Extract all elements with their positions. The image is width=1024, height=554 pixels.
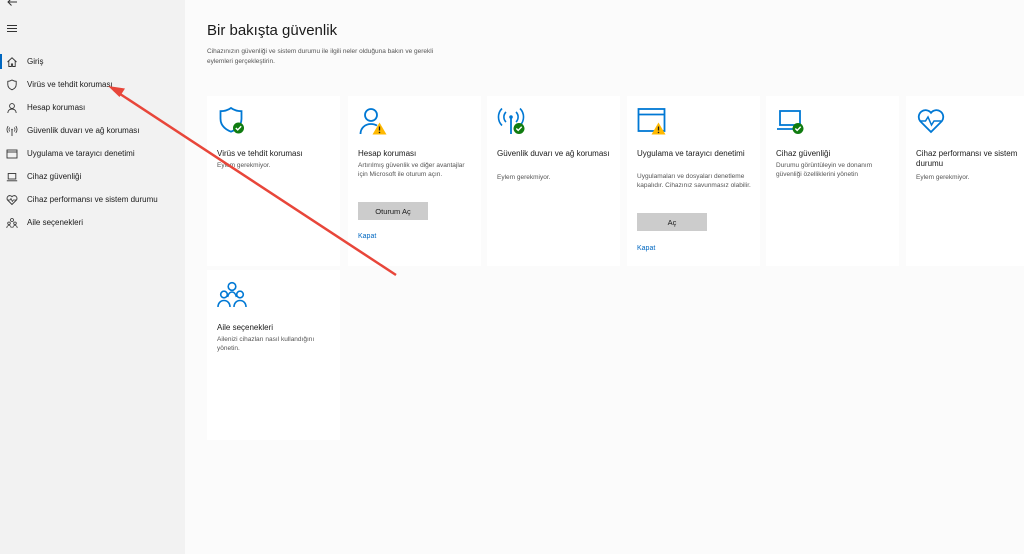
card-description: Ailenizi cihazları nasıl kullandığını yö… bbox=[217, 336, 315, 352]
sign-in-button[interactable]: Oturum Aç bbox=[358, 202, 428, 220]
card-account-protection[interactable]: Hesap koruması Artırılmış güvenlik ve di… bbox=[348, 96, 481, 266]
sidebar-item-device-performance[interactable]: Cihaz performansı ve sistem durumu bbox=[0, 188, 185, 211]
sidebar-item-label: Aile seçenekleri bbox=[27, 218, 84, 227]
sidebar-item-label: Hesap koruması bbox=[27, 103, 86, 112]
laptop-check-icon bbox=[776, 106, 806, 136]
card-firewall[interactable]: Güvenlik duvarı ve ağ koruması Eylem ger… bbox=[487, 96, 620, 266]
card-description: Eylem gerekmiyor. bbox=[217, 162, 271, 169]
browser-window-icon bbox=[5, 147, 19, 161]
laptop-icon bbox=[5, 170, 19, 184]
sidebar-nav: Giriş Virüs ve tehdit koruması Hesap kor… bbox=[0, 50, 185, 234]
card-app-browser-control[interactable]: Uygulama ve tarayıcı denetimi Uygulamala… bbox=[627, 96, 760, 266]
page-title: Bir bakışta güvenlik bbox=[207, 22, 338, 39]
sidebar-item-label: Güvenlik duvarı ve ağ koruması bbox=[27, 126, 140, 135]
card-device-security[interactable]: Cihaz güvenliği Durumu görüntüleyin ve d… bbox=[766, 96, 899, 266]
dismiss-link[interactable]: Kapat bbox=[637, 245, 655, 252]
browser-warning-icon bbox=[637, 106, 667, 136]
sidebar-item-family-options[interactable]: Aile seçenekleri bbox=[0, 211, 185, 234]
sidebar-item-firewall[interactable]: Güvenlik duvarı ve ağ koruması bbox=[0, 119, 185, 142]
person-icon bbox=[5, 101, 19, 115]
card-title: Aile seçenekleri bbox=[217, 323, 274, 332]
sidebar: Giriş Virüs ve tehdit koruması Hesap kor… bbox=[0, 0, 185, 554]
card-description: Artırılmış güvenlik ve diğer avantajlar … bbox=[358, 162, 465, 178]
sidebar-item-label: Giriş bbox=[27, 57, 44, 66]
family-icon bbox=[217, 280, 247, 310]
home-icon bbox=[5, 55, 19, 69]
sidebar-item-account-protection[interactable]: Hesap koruması bbox=[0, 96, 185, 119]
sidebar-item-label: Virüs ve tehdit koruması bbox=[27, 80, 113, 89]
sidebar-item-device-security[interactable]: Cihaz güvenliği bbox=[0, 165, 185, 188]
page-subtitle: Cihazınızın güvenliği ve sistem durumu i… bbox=[207, 48, 434, 65]
card-device-performance[interactable]: Cihaz performansı ve sistem durumu Eylem… bbox=[906, 96, 1024, 266]
person-warning-icon bbox=[358, 106, 388, 136]
sidebar-item-home[interactable]: Giriş bbox=[0, 50, 185, 73]
sidebar-item-virus-protection[interactable]: Virüs ve tehdit koruması bbox=[0, 73, 185, 96]
sidebar-item-label: Cihaz performansı ve sistem durumu bbox=[27, 195, 158, 204]
card-title: Uygulama ve tarayıcı denetimi bbox=[637, 149, 745, 158]
family-icon bbox=[5, 216, 19, 230]
card-description: Durumu görüntüleyin ve donanım güvenliği… bbox=[776, 162, 873, 178]
card-title: Güvenlik duvarı ve ağ koruması bbox=[497, 149, 610, 158]
shield-icon bbox=[5, 78, 19, 92]
sidebar-item-label: Uygulama ve tarayıcı denetimi bbox=[27, 149, 135, 158]
card-description: Eylem gerekmiyor. bbox=[497, 174, 551, 181]
sidebar-item-label: Cihaz güvenliği bbox=[27, 172, 82, 181]
card-title: Cihaz güvenliği bbox=[776, 149, 831, 158]
card-title: Virüs ve tehdit koruması bbox=[217, 149, 303, 158]
card-title: Cihaz performansı ve sistem durumu bbox=[916, 149, 1018, 168]
sidebar-item-app-browser[interactable]: Uygulama ve tarayıcı denetimi bbox=[0, 142, 185, 165]
turn-on-button[interactable]: Aç bbox=[637, 213, 707, 231]
hamburger-icon[interactable] bbox=[4, 23, 20, 39]
shield-check-icon bbox=[217, 106, 247, 136]
antenna-check-icon bbox=[497, 106, 527, 136]
back-arrow-icon[interactable] bbox=[4, 0, 20, 12]
card-virus-protection[interactable]: Virüs ve tehdit koruması Eylem gerekmiyo… bbox=[207, 96, 340, 266]
card-title: Hesap koruması bbox=[358, 149, 417, 158]
main-content: Bir bakışta güvenlik Cihazınızın güvenli… bbox=[185, 0, 1024, 554]
dismiss-link[interactable]: Kapat bbox=[358, 233, 376, 240]
wifi-antenna-icon bbox=[5, 124, 19, 138]
card-family-options[interactable]: Aile seçenekleri Ailenizi cihazları nası… bbox=[207, 270, 340, 440]
heart-icon bbox=[5, 193, 19, 207]
heart-pulse-icon bbox=[916, 106, 946, 136]
card-description: Uygulamaları ve dosyaları denetleme kapa… bbox=[637, 173, 751, 189]
card-description: Eylem gerekmiyor. bbox=[916, 174, 970, 181]
